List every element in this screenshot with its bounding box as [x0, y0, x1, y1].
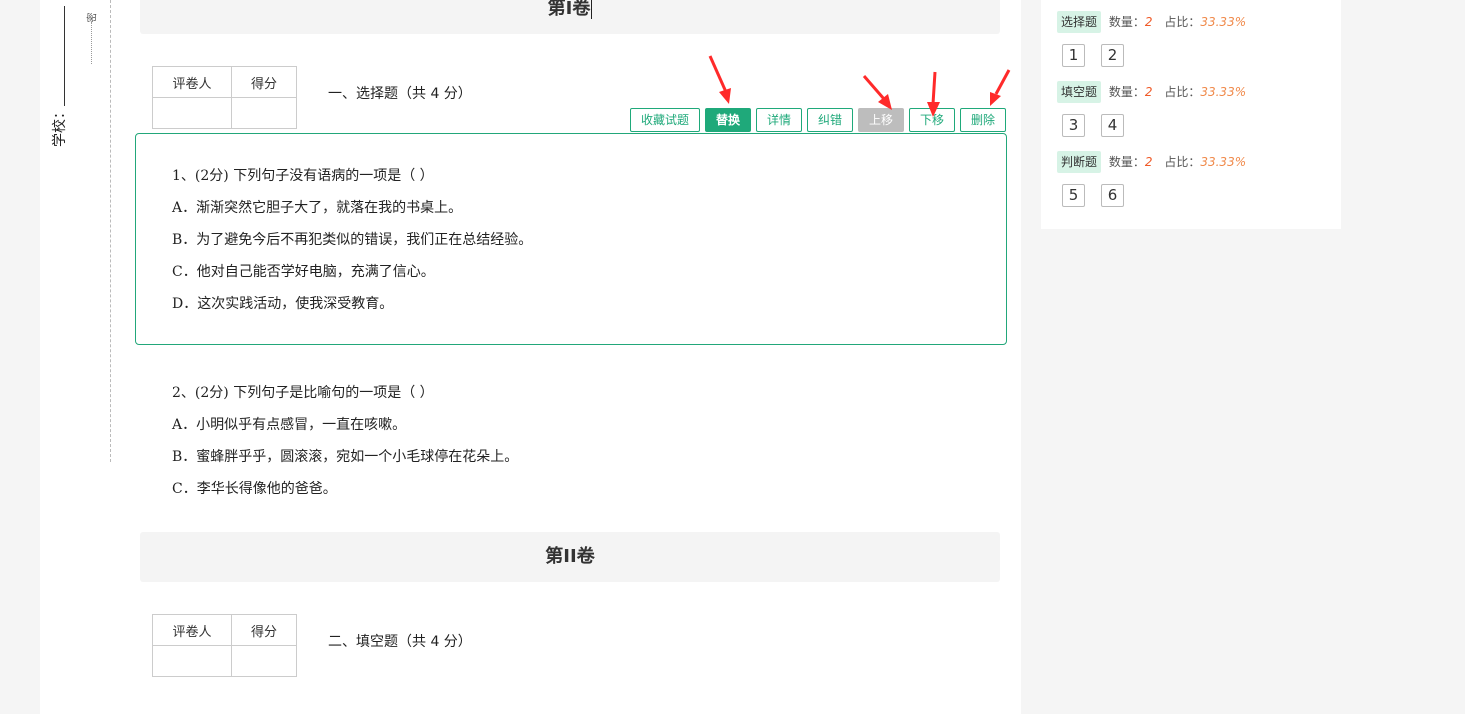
question-2-option-c: C．李华长得像他的爸爸。: [172, 481, 337, 497]
question-number-3[interactable]: 3: [1062, 114, 1085, 137]
count-value: 2: [1144, 155, 1153, 169]
count-label: 数量：: [1108, 155, 1145, 169]
question-1-option-d: D．这次实践活动，使我深受教育。: [172, 296, 394, 312]
question-1-option-b: B．为了避免今后不再犯类似的错误，我们正在总结经验。: [172, 232, 533, 248]
replace-arrow-icon: [708, 55, 731, 104]
question-number-5[interactable]: 5: [1062, 184, 1085, 207]
category-name: 选择题: [1057, 11, 1102, 33]
section-1-title: 一、选择题（共 4 分）: [328, 86, 472, 102]
count-value: 2: [1144, 15, 1153, 29]
score-cell: [231, 97, 297, 129]
collect-question-button[interactable]: 收藏试题: [630, 108, 700, 132]
category-choice: 选择题 数量：2 占比：33.33%: [1057, 11, 1246, 33]
move-down-arrow-icon: [927, 71, 940, 117]
binding-mark: 密: [87, 12, 99, 23]
score-cell: [231, 645, 297, 677]
correct-error-button[interactable]: 纠错: [807, 108, 853, 132]
ratio-value: 33.33%: [1200, 15, 1247, 29]
question-2-option-b: B．蜜蜂胖乎乎，圆滚滚，宛如一个小毛球停在花朵上。: [172, 449, 519, 465]
ratio-label: 占比：: [1164, 85, 1201, 99]
binding-dotted-line: [91, 22, 92, 64]
category-name: 填空题: [1057, 81, 1102, 103]
grader-cell: [152, 97, 232, 129]
ratio-label: 占比：: [1164, 15, 1201, 29]
ratio-value: 33.33%: [1200, 85, 1247, 99]
question-1-option-c: C．他对自己能否学好电脑，充满了信心。: [172, 264, 435, 280]
count-label: 数量：: [1108, 15, 1145, 29]
details-button[interactable]: 详情: [756, 108, 802, 132]
school-label: 学校：: [52, 105, 68, 147]
grade-table-1: 评卷人 得分: [152, 66, 297, 129]
volume-1-title: 第I卷: [547, 0, 591, 19]
question-type-panel: [1041, 0, 1341, 229]
ratio-label: 占比：: [1164, 155, 1201, 169]
question-2-stem[interactable]: 2、(2分) 下列句子是比喻句的一项是（ ）: [172, 382, 434, 402]
grader-cell: [152, 645, 232, 677]
text-caret: [591, 0, 593, 19]
category-fill-blank: 填空题 数量：2 占比：33.33%: [1057, 81, 1246, 103]
delete-button[interactable]: 删除: [960, 108, 1006, 132]
score-header: 得分: [231, 614, 297, 646]
question-number-1[interactable]: 1: [1062, 44, 1085, 67]
count-value: 2: [1144, 85, 1153, 99]
volume-1-header[interactable]: 第I卷: [140, 0, 1000, 34]
volume-2-header[interactable]: 第II卷: [140, 532, 1000, 582]
replace-button[interactable]: 替换: [705, 108, 751, 132]
count-label: 数量：: [1108, 85, 1145, 99]
category-name: 判断题: [1057, 151, 1102, 173]
question-2-option-a: A．小明似乎有点感冒，一直在咳嗽。: [172, 417, 407, 433]
question-number-4[interactable]: 4: [1101, 114, 1124, 137]
question-1-option-a: A．渐渐突然它胆子大了，就落在我的书桌上。: [172, 200, 463, 216]
section-2-title: 二、填空题（共 4 分）: [328, 634, 472, 650]
move-up-arrow-icon: [862, 75, 892, 110]
school-underline: [64, 6, 65, 106]
question-number-2[interactable]: 2: [1101, 44, 1124, 67]
grader-header: 评卷人: [152, 614, 232, 646]
question-1-stem: 1、(2分) 下列句子没有语病的一项是（ ）: [172, 168, 434, 184]
binding-line: [110, 0, 111, 462]
category-true-false: 判断题 数量：2 占比：33.33%: [1057, 151, 1246, 173]
delete-arrow-icon: [990, 69, 1011, 106]
grade-table-2: 评卷人 得分: [152, 614, 297, 677]
ratio-value: 33.33%: [1200, 155, 1247, 169]
grader-header: 评卷人: [152, 66, 232, 98]
score-header: 得分: [231, 66, 297, 98]
volume-2-title: 第II卷: [545, 546, 595, 567]
question-number-6[interactable]: 6: [1101, 184, 1124, 207]
